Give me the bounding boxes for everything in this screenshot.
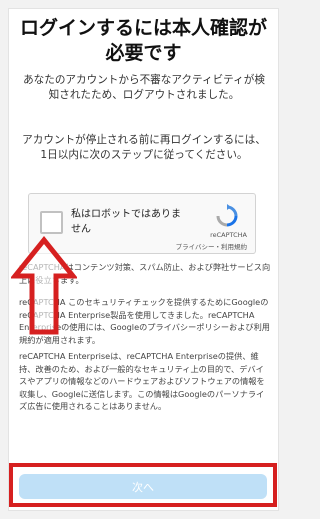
next-button[interactable]: 次へ [19, 474, 267, 499]
logout-notice: あなたのアカウントから不審なアクティビティが検知されたため、ログアウトされました… [23, 74, 265, 101]
up-arrow-icon [11, 236, 77, 335]
instruction-text: アカウントが停止される前に再ログインするには、1日以内に次のステップに従ってくだ… [22, 134, 266, 161]
title-line-1: ログインするには本人確認が [19, 17, 267, 39]
recaptcha-checkbox-label: 私はロボットではありません [71, 209, 181, 235]
recaptcha-privacy-terms-link[interactable]: プライバシー・利用規約 [176, 241, 247, 251]
title-line-2: 必要です [105, 42, 182, 64]
recaptcha-checkbox[interactable] [40, 211, 63, 234]
recaptcha-brand: reCAPTCHA [210, 231, 247, 239]
recaptcha-logo-icon [216, 204, 238, 227]
legal-text-3: reCAPTCHA Enterpriseは、reCAPTCHA Enterpri… [19, 351, 265, 411]
page-title: ログインするには本人確認が 必要です [0, 16, 287, 66]
